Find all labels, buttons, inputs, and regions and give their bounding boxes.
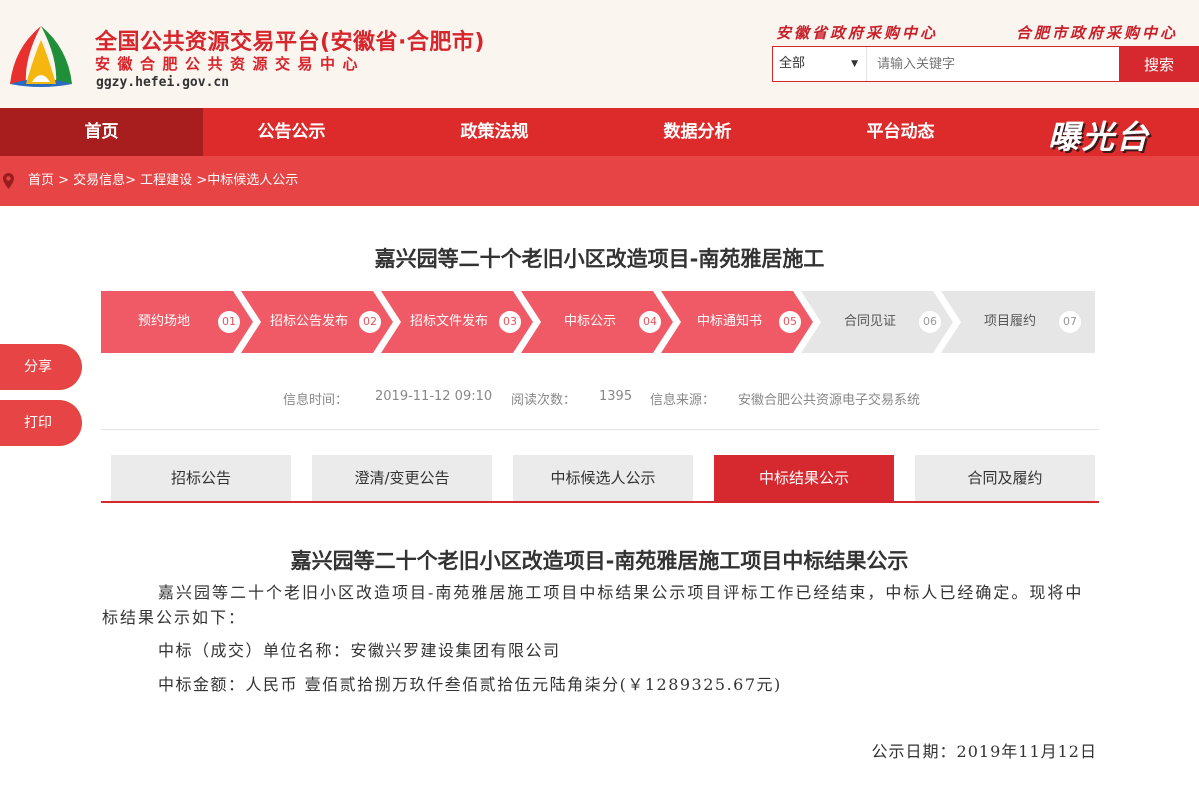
- step-4: 中标公示 04: [521, 291, 673, 353]
- notice-amount: 中标金额：人民币 壹佰贰拾捌万玖仟叁佰贰拾伍元陆角柒分(￥1289325.67元…: [158, 675, 782, 694]
- step-label: 中标公示: [564, 314, 617, 329]
- step-2: 招标公告发布 02: [241, 291, 393, 353]
- info-source-value: 安徽合肥公共资源电子交易系统: [738, 393, 921, 408]
- main-nav: 首页 公告公示 政策法规 数据分析 平台动态 曝光台: [0, 108, 1199, 156]
- progress-steps: 预约场地 01 招标公告发布 02 招标文件发布 03 中标公示 04 中标通知…: [101, 291, 1095, 353]
- step-label: 中标通知书: [697, 314, 763, 329]
- tab-candidates[interactable]: 中标候选人公示: [513, 455, 693, 501]
- tab-clarification[interactable]: 澄清/变更公告: [312, 455, 492, 501]
- info-reads-label: 阅读次数：: [511, 393, 577, 408]
- notice-date: 公示日期：2019年11月12日: [871, 742, 1097, 761]
- site-header: 全国公共资源交易平台(安徽省·合肥市) 安徽合肥公共资源交易中心 ggzy.he…: [0, 0, 1199, 108]
- step-7: 项目履约 07: [941, 291, 1095, 353]
- step-number: 04: [639, 311, 661, 333]
- step-3: 招标文件发布 03: [381, 291, 533, 353]
- search-input[interactable]: [869, 47, 1119, 81]
- search-scope-select[interactable]: 全部 ▼: [773, 47, 867, 81]
- caret-down-icon: ▼: [851, 59, 858, 69]
- link-province-procurement[interactable]: 安徽省政府采购中心: [776, 22, 938, 43]
- site-logo-icon[interactable]: [4, 18, 78, 92]
- step-label: 招标公告发布: [270, 314, 349, 329]
- tab-contract[interactable]: 合同及履约: [915, 455, 1095, 501]
- breadcrumb-bar: 首页 > 交易信息> 工程建设 >中标候选人公示: [0, 156, 1199, 206]
- nav-item-home[interactable]: 首页: [0, 108, 203, 156]
- info-time-value: 2019-11-12 09:10: [375, 389, 493, 404]
- notice-title: 嘉兴园等二十个老旧小区改造项目-南苑雅居施工项目中标结果公示: [290, 549, 909, 573]
- site-domain: ggzy.hefei.gov.cn: [96, 75, 230, 90]
- nav-item-platform-news[interactable]: 平台动态: [799, 108, 1002, 156]
- breadcrumb[interactable]: 首页 > 交易信息> 工程建设 >中标候选人公示: [28, 156, 298, 206]
- step-label: 招标文件发布: [410, 314, 489, 329]
- step-number: 07: [1059, 311, 1081, 333]
- step-1: 预约场地 01: [101, 291, 253, 353]
- step-number: 03: [499, 311, 521, 333]
- divider: [101, 429, 1099, 430]
- step-5: 中标通知书 05: [661, 291, 813, 353]
- share-button[interactable]: 分享: [0, 344, 82, 390]
- info-reads-value: 1395: [599, 389, 633, 404]
- notice-body: 嘉兴园等二十个老旧小区改造项目-南苑雅居施工项目中标结果公示项目评标工作已经结束…: [102, 580, 1098, 694]
- step-number: 01: [218, 311, 240, 333]
- page-title: 嘉兴园等二十个老旧小区改造项目-南苑雅居施工: [374, 247, 825, 271]
- notice-intro: 嘉兴园等二十个老旧小区改造项目-南苑雅居施工项目中标结果公示项目评标工作已经结束…: [102, 583, 1084, 627]
- info-source-label: 信息来源：: [650, 393, 716, 408]
- site-title: 全国公共资源交易平台(安徽省·合肥市): [95, 30, 485, 55]
- step-number: 06: [919, 311, 941, 333]
- step-label: 项目履约: [984, 314, 1037, 329]
- nav-item-policies[interactable]: 政策法规: [393, 108, 596, 156]
- search-box: 全部 ▼ 搜索: [772, 46, 1199, 82]
- info-time-label: 信息时间：: [283, 393, 349, 408]
- link-city-procurement[interactable]: 合肥市政府采购中心: [1016, 22, 1178, 43]
- nav-item-data-analysis[interactable]: 数据分析: [596, 108, 799, 156]
- notice-winner: 中标（成交）单位名称：安徽兴罗建设集团有限公司: [158, 641, 561, 660]
- step-number: 05: [779, 311, 801, 333]
- step-label: 预约场地: [138, 314, 191, 329]
- search-scope-value: 全部: [779, 56, 806, 71]
- exposure-platform-link[interactable]: 曝光台: [1048, 112, 1150, 158]
- site-subtitle: 安徽合肥公共资源交易中心: [95, 55, 366, 73]
- tab-tender-notice[interactable]: 招标公告: [111, 455, 291, 501]
- step-number: 02: [359, 311, 381, 333]
- nav-item-announcements[interactable]: 公告公示: [190, 108, 393, 156]
- tab-award-result[interactable]: 中标结果公示: [714, 455, 894, 501]
- notice-tabs: 招标公告 澄清/变更公告 中标候选人公示 中标结果公示 合同及履约: [101, 455, 1099, 503]
- print-button[interactable]: 打印: [0, 400, 82, 446]
- step-label: 合同见证: [844, 314, 897, 329]
- step-6: 合同见证 06: [801, 291, 953, 353]
- location-pin-icon: [3, 173, 14, 189]
- search-button[interactable]: 搜索: [1119, 47, 1199, 81]
